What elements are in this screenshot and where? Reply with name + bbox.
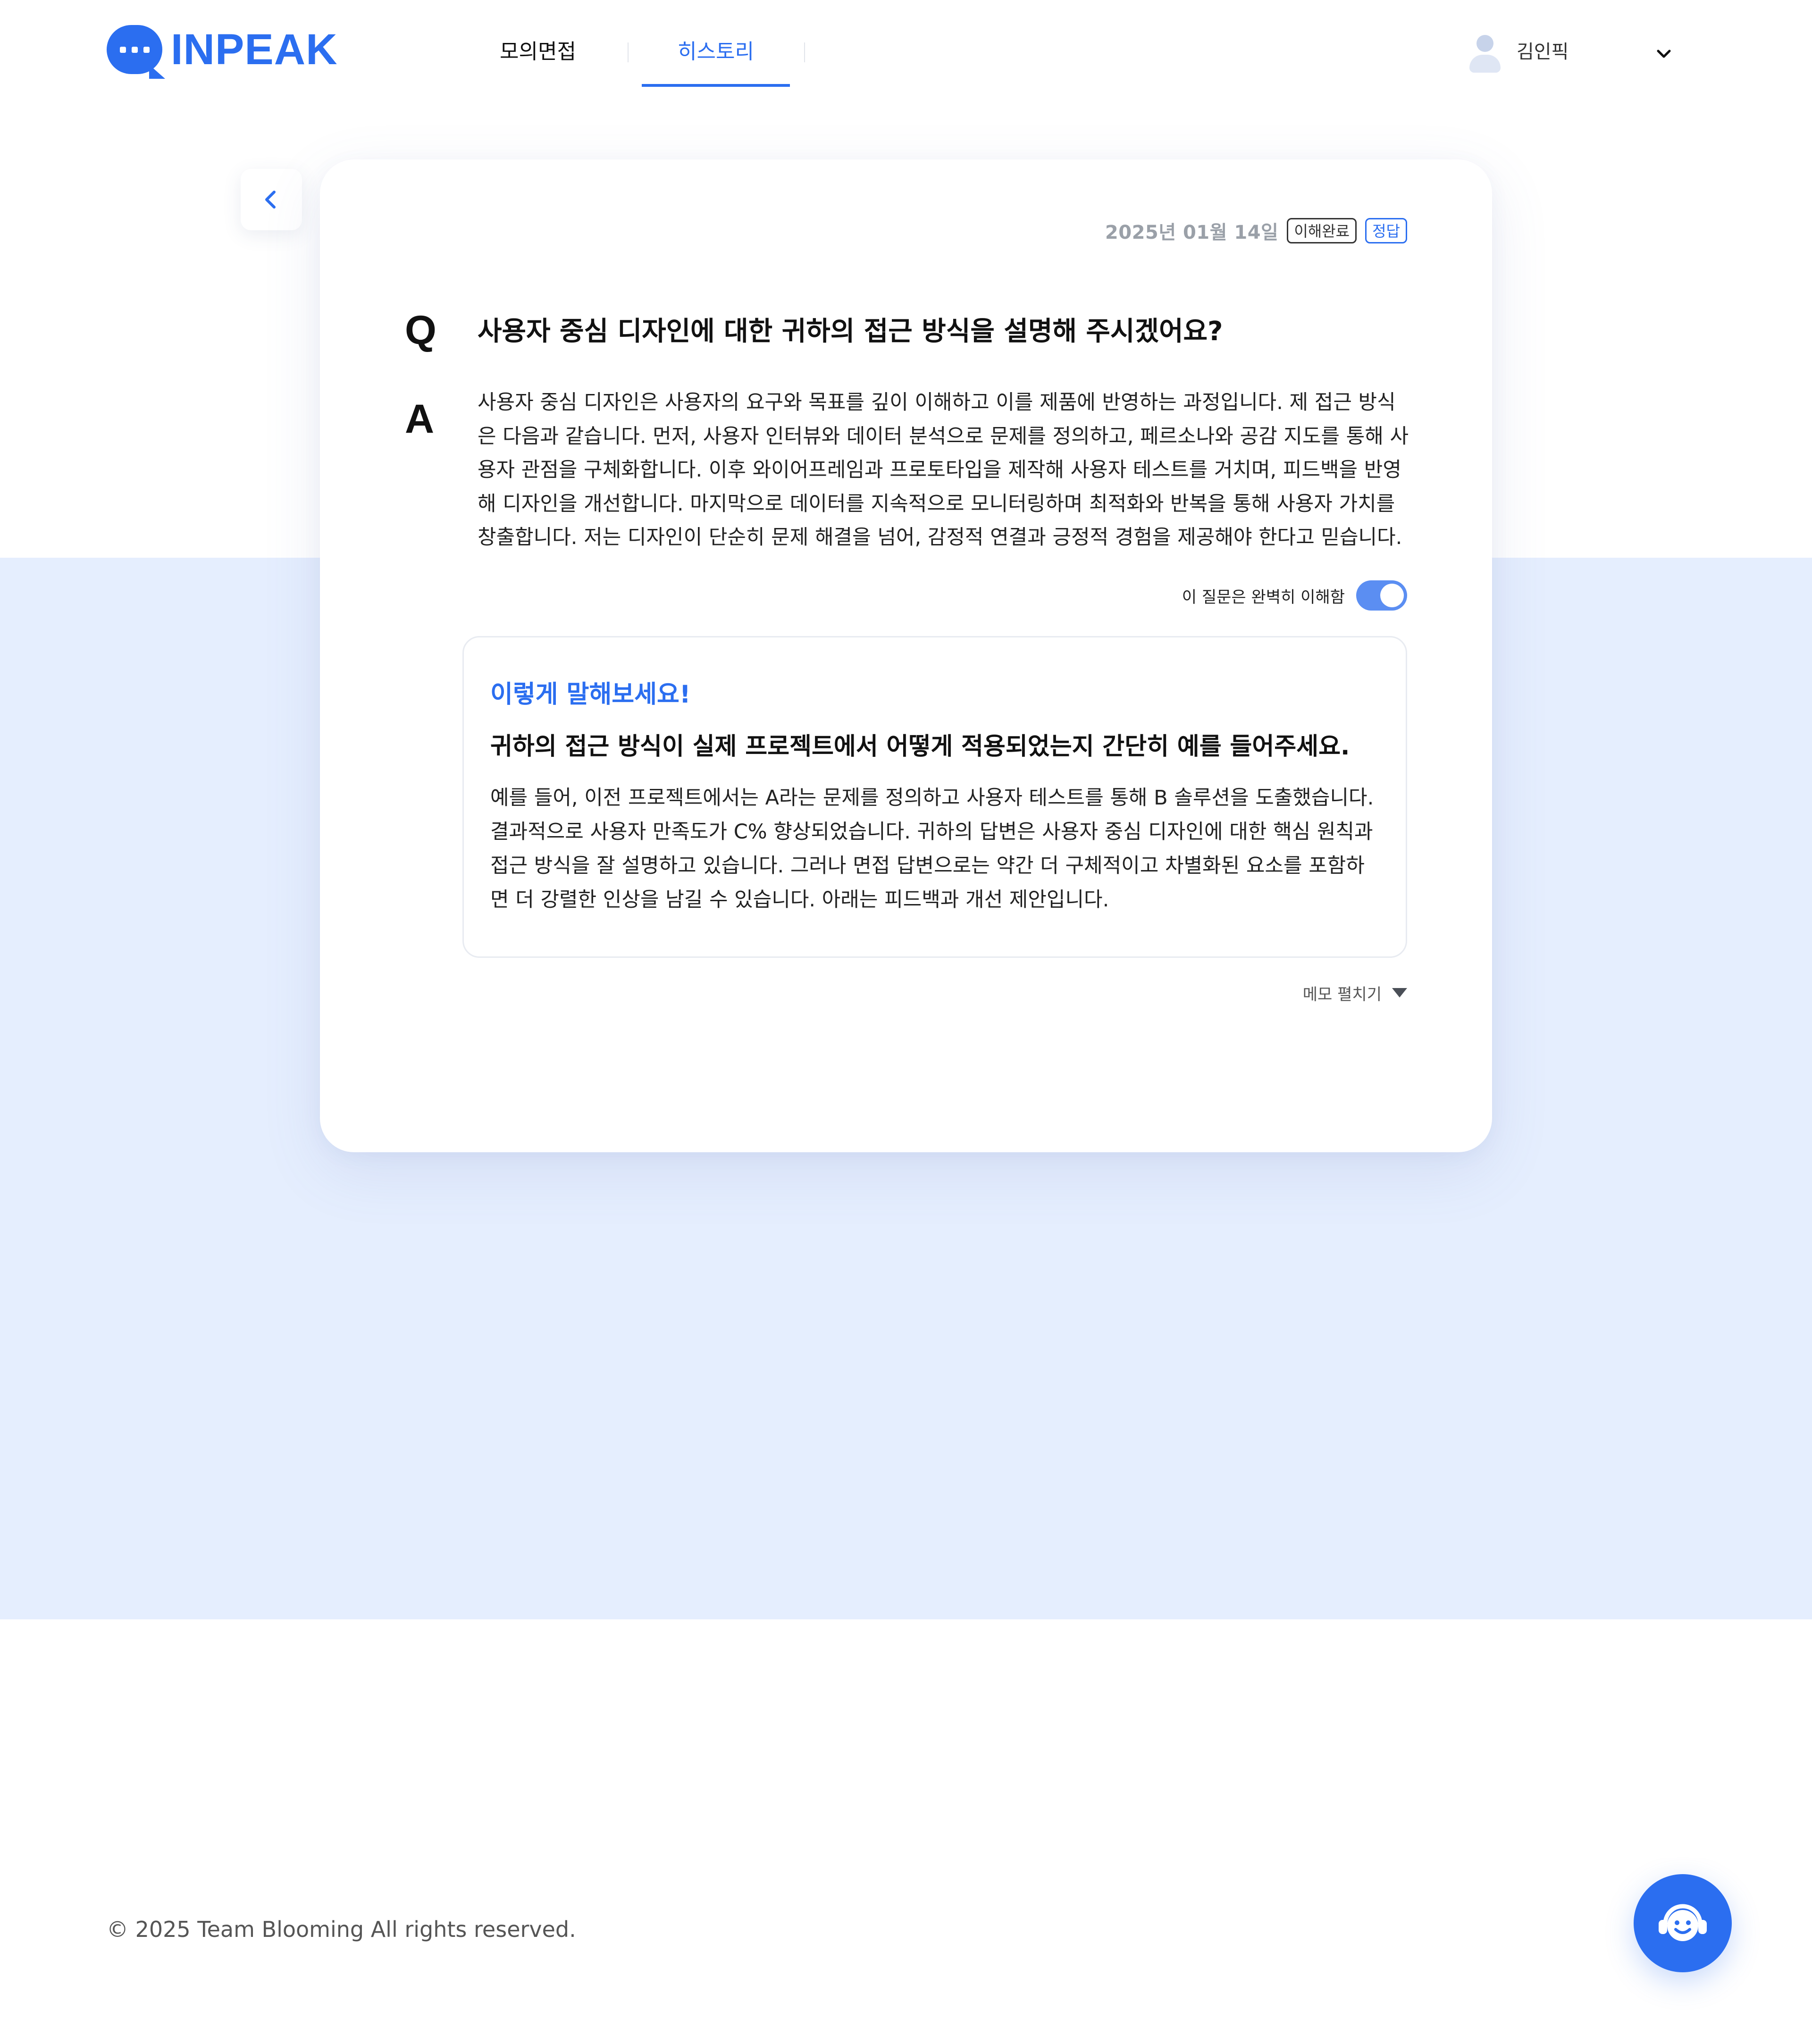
- question-marker: Q: [405, 308, 436, 353]
- feedback-body: 예를 들어, 이전 프로젝트에서는 A라는 문제를 정의하고 사용자 테스트를 …: [490, 781, 1382, 917]
- chevron-left-icon: [265, 191, 276, 209]
- record-date: 2025년 01월 14일: [1105, 222, 1279, 243]
- history-detail-card: 2025년 01월 14일 이해완료 정답 Q 사용자 중심 디자인에 대한 귀…: [320, 159, 1492, 1152]
- answer-line: 사용자 중심 디자인은 사용자의 요구와 목표를 깊이 이해하고 이를 제품에 …: [478, 391, 1396, 414]
- nav-divider: [804, 42, 805, 62]
- caret-down-icon: [1392, 988, 1407, 997]
- top-header: INPEAK 모의면접 히스토리 김인픽: [0, 0, 1812, 90]
- nav-history[interactable]: 히스토리: [642, 33, 790, 71]
- feedback-line: 면 더 강렬한 인상을 남길 수 있습니다. 아래는 피드백과 개선 제안입니다…: [490, 888, 1109, 912]
- avatar[interactable]: [1467, 35, 1502, 75]
- question-text: 사용자 중심 디자인에 대한 귀하의 접근 방식을 설명해 주시겠어요?: [478, 316, 1223, 347]
- user-name[interactable]: 김인픽: [1517, 37, 1569, 67]
- chevron-down-icon[interactable]: [1652, 42, 1676, 66]
- chatbot-button[interactable]: [1634, 1874, 1732, 1972]
- answer-line: 용자 관점을 구체화합니다. 이후 와이어프레임과 프로토타입을 제작해 사용자…: [478, 458, 1401, 482]
- nav-active-indicator: [642, 84, 790, 87]
- logo[interactable]: INPEAK: [107, 24, 338, 79]
- copyright: © 2025 Team Blooming All rights reserved…: [107, 1917, 576, 1942]
- feedback-line: 결과적으로 사용자 만족도가 C% 향상되었습니다. 귀하의 답변은 사용자 중…: [490, 820, 1373, 844]
- chatbot-headset-icon: [1659, 1904, 1707, 1941]
- nav-mock-interview[interactable]: 모의면접: [486, 33, 590, 71]
- correct-badge: 정답: [1365, 218, 1407, 243]
- feedback-line: 예를 들어, 이전 프로젝트에서는 A라는 문제를 정의하고 사용자 테스트를 …: [490, 786, 1374, 810]
- answer-line: 은 다음과 같습니다. 먼저, 사용자 인터뷰와 데이터 분석으로 문제를 정의…: [478, 424, 1409, 448]
- memo-expand-button[interactable]: 메모 펼치기: [1303, 979, 1407, 1007]
- understood-badge: 이해완료: [1287, 218, 1357, 243]
- logo-chat-icon: [107, 25, 165, 79]
- answer-text: 사용자 중심 디자인은 사용자의 요구와 목표를 깊이 이해하고 이를 제품에 …: [478, 386, 1412, 589]
- feedback-line: 접근 방식을 잘 설명하고 있습니다. 그러나 면접 답변으로는 약간 더 구체…: [490, 854, 1365, 878]
- memo-expand-label: 메모 펼치기: [1302, 985, 1382, 1004]
- nav-divider: [628, 42, 629, 62]
- back-button[interactable]: [241, 169, 302, 230]
- understood-row: 이 질문은 완벽히 이해함: [1182, 580, 1407, 611]
- answer-line: 창출합니다. 저는 디자인이 단순히 문제 해결을 넘어, 감정적 연결과 긍정…: [478, 526, 1402, 550]
- toggle-knob: [1380, 584, 1404, 607]
- answer-marker: A: [405, 396, 435, 442]
- feedback-subtitle: 귀하의 접근 방식이 실제 프로젝트에서 어떻게 적용되었는지 간단히 예를 들…: [490, 733, 1350, 761]
- understood-toggle-label: 이 질문은 완벽히 이해함: [1182, 587, 1345, 607]
- answer-line: 해 디자인을 개선합니다. 마지막으로 데이터를 지속적으로 모니터링하며 최적…: [478, 492, 1395, 516]
- record-meta: 2025년 01월 14일 이해완료 정답: [1105, 217, 1407, 244]
- understood-toggle[interactable]: [1356, 580, 1407, 611]
- feedback-title: 이렇게 말해보세요!: [490, 680, 691, 709]
- logo-text: INPEAK: [171, 25, 338, 74]
- feedback-box: 이렇게 말해보세요! 귀하의 접근 방식이 실제 프로젝트에서 어떻게 적용되었…: [462, 636, 1407, 958]
